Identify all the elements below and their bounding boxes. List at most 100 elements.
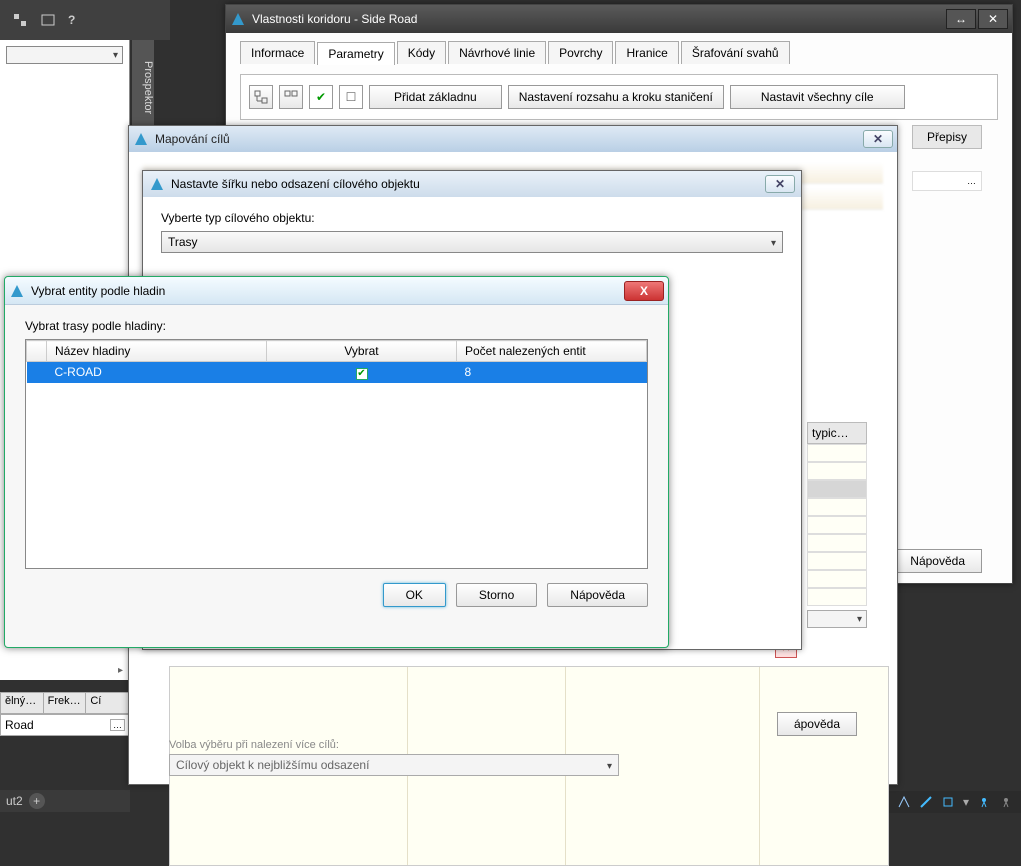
col-count[interactable]: Počet nalezených entit bbox=[457, 341, 647, 362]
chevron-down-icon bbox=[607, 758, 612, 772]
help-button[interactable]: Nápověda bbox=[547, 583, 648, 607]
status-icon-dropdown[interactable]: ▾ bbox=[963, 795, 969, 809]
win3-title: Nastavte šířku nebo odsazení cílového ob… bbox=[171, 177, 420, 191]
status-icon-5[interactable] bbox=[999, 795, 1013, 809]
win1-title: Vlastnosti koridoru - Side Road bbox=[252, 12, 417, 26]
target-type-label: Vyberte typ cílového objektu: bbox=[161, 211, 783, 225]
typic-cell bbox=[807, 534, 867, 552]
expand-tree-icon[interactable] bbox=[249, 85, 273, 109]
multi-target-select[interactable]: Cílový objekt k nejbližšímu odsazení bbox=[169, 754, 619, 776]
target-type-select[interactable]: Trasy bbox=[161, 231, 783, 253]
win2-close-button[interactable]: ✕ bbox=[863, 130, 893, 148]
status-icon-3[interactable] bbox=[941, 795, 955, 809]
app-topbar: ? bbox=[0, 0, 170, 40]
status-icon-4[interactable] bbox=[977, 795, 991, 809]
app-logo-icon bbox=[149, 176, 165, 192]
typic-dropdown[interactable] bbox=[807, 610, 867, 628]
multi-target-value: Cílový objekt k nejbližšímu odsazení bbox=[176, 758, 369, 772]
col-header-3[interactable]: Cí bbox=[86, 693, 129, 713]
target-type-value: Trasy bbox=[168, 235, 198, 249]
uncheck-all-icon[interactable]: ☐ bbox=[339, 85, 363, 109]
win2-footer: Volba výběru při nalezení více cílů: Cíl… bbox=[169, 737, 857, 776]
cancel-button[interactable]: Storno bbox=[456, 583, 537, 607]
add-tab-button[interactable]: + bbox=[29, 793, 45, 809]
overrides-column: Přepisy … bbox=[912, 125, 982, 191]
typic-header[interactable]: typic… bbox=[807, 422, 867, 444]
win2-help-button[interactable]: ápověda bbox=[777, 712, 857, 736]
status-icon-1[interactable] bbox=[897, 795, 911, 809]
win4-buttons: OK Storno Nápověda bbox=[25, 583, 648, 607]
more-icon[interactable]: … bbox=[967, 176, 977, 186]
layer-list-label: Vybrat trasy podle hladiny: bbox=[25, 319, 648, 333]
status-bar: ▾ bbox=[889, 791, 1021, 813]
multi-target-label: Volba výběru při nalezení více cílů: bbox=[169, 739, 339, 751]
tab-hranice[interactable]: Hranice bbox=[615, 41, 678, 64]
overrides-cell[interactable]: … bbox=[912, 171, 982, 191]
table-header-row: Název hladiny Vybrat Počet nalezených en… bbox=[27, 341, 647, 362]
topbar-icon-2[interactable] bbox=[40, 12, 56, 28]
entity-count-cell: 8 bbox=[457, 362, 647, 383]
typic-column: typic… bbox=[807, 422, 867, 628]
col-header-1[interactable]: ělný … bbox=[1, 693, 44, 713]
layout-tab-1[interactable]: ut2 bbox=[6, 794, 23, 808]
win1-tabs: Informace Parametry Kódy Návrhové linie … bbox=[240, 41, 998, 64]
win4-close-button[interactable]: X bbox=[624, 281, 664, 301]
more-button[interactable]: … bbox=[110, 719, 125, 731]
tab-informace[interactable]: Informace bbox=[240, 41, 315, 64]
select-entities-by-layer-window: Vybrat entity podle hladin X Vybrat tras… bbox=[4, 276, 669, 648]
typic-cell bbox=[807, 444, 867, 462]
tab-navrhove-linie[interactable]: Návrhové linie bbox=[448, 41, 546, 64]
tab-parametry[interactable]: Parametry bbox=[317, 42, 394, 65]
win1-restore-button[interactable]: ↔ bbox=[946, 9, 976, 29]
win2-title: Mapování cílů bbox=[155, 132, 230, 146]
typic-cell bbox=[807, 498, 867, 516]
left-panel-dropdown[interactable] bbox=[6, 46, 123, 64]
win3-close-button[interactable]: ✕ bbox=[765, 175, 795, 193]
station-range-button[interactable]: Nastavení rozsahu a kroku staničení bbox=[508, 85, 724, 109]
set-all-targets-button[interactable]: Nastavit všechny cíle bbox=[730, 85, 905, 109]
app-logo-icon bbox=[9, 283, 25, 299]
collapse-tree-icon[interactable] bbox=[279, 85, 303, 109]
col-handle[interactable] bbox=[27, 341, 47, 362]
row-checkbox[interactable]: ✔ bbox=[356, 368, 368, 380]
app-logo-icon bbox=[230, 11, 246, 27]
ok-button[interactable]: OK bbox=[383, 583, 446, 607]
prospektor-tab[interactable]: Prospektor bbox=[132, 40, 154, 130]
win4-titlebar[interactable]: Vybrat entity podle hladin X bbox=[5, 277, 668, 305]
road-row[interactable]: Road … bbox=[0, 714, 130, 736]
add-baseline-button[interactable]: Přidat základnu bbox=[369, 85, 502, 109]
chevron-right-icon[interactable]: ▸ bbox=[118, 665, 123, 676]
road-label: Road bbox=[5, 718, 34, 732]
win1-help-button[interactable]: Nápověda bbox=[893, 549, 982, 573]
win1-titlebar[interactable]: Vlastnosti koridoru - Side Road ↔ ✕ bbox=[226, 5, 1012, 33]
tab-kody[interactable]: Kódy bbox=[397, 41, 446, 64]
app-logo-icon bbox=[133, 131, 149, 147]
typic-cell bbox=[807, 570, 867, 588]
win3-titlebar[interactable]: Nastavte šířku nebo odsazení cílového ob… bbox=[143, 171, 801, 197]
bottom-column-headers: ělný … Frekve… Cí bbox=[0, 692, 130, 714]
tab-povrchy[interactable]: Povrchy bbox=[548, 41, 613, 64]
typic-cell bbox=[807, 462, 867, 480]
win1-toolbar: ✔ ☐ Přidat základnu Nastavení rozsahu a … bbox=[249, 85, 989, 109]
typic-cell bbox=[807, 588, 867, 606]
check-all-icon[interactable]: ✔ bbox=[309, 85, 333, 109]
status-icon-2[interactable] bbox=[919, 795, 933, 809]
typic-cell bbox=[807, 552, 867, 570]
col-layer-name[interactable]: Název hladiny bbox=[47, 341, 267, 362]
typic-cell-selected bbox=[807, 480, 867, 498]
layer-name-cell: C-ROAD bbox=[47, 362, 267, 383]
win2-titlebar[interactable]: Mapování cílů ✕ bbox=[129, 126, 897, 152]
tab-srafovani[interactable]: Šrafování svahů bbox=[681, 41, 790, 64]
col-select[interactable]: Vybrat bbox=[267, 341, 457, 362]
typic-cell bbox=[807, 516, 867, 534]
overrides-header[interactable]: Přepisy bbox=[912, 125, 982, 149]
win4-title: Vybrat entity podle hladin bbox=[31, 284, 165, 298]
chevron-down-icon bbox=[771, 235, 776, 249]
topbar-icon-1[interactable] bbox=[12, 12, 28, 28]
help-icon[interactable]: ? bbox=[68, 13, 75, 27]
win1-close-button[interactable]: ✕ bbox=[978, 9, 1008, 29]
layout-tabs: ut2 + bbox=[0, 790, 130, 812]
col-header-2[interactable]: Frekve… bbox=[44, 693, 87, 713]
layer-table: Název hladiny Vybrat Počet nalezených en… bbox=[25, 339, 648, 569]
table-row[interactable]: C-ROAD ✔ 8 bbox=[27, 362, 647, 383]
